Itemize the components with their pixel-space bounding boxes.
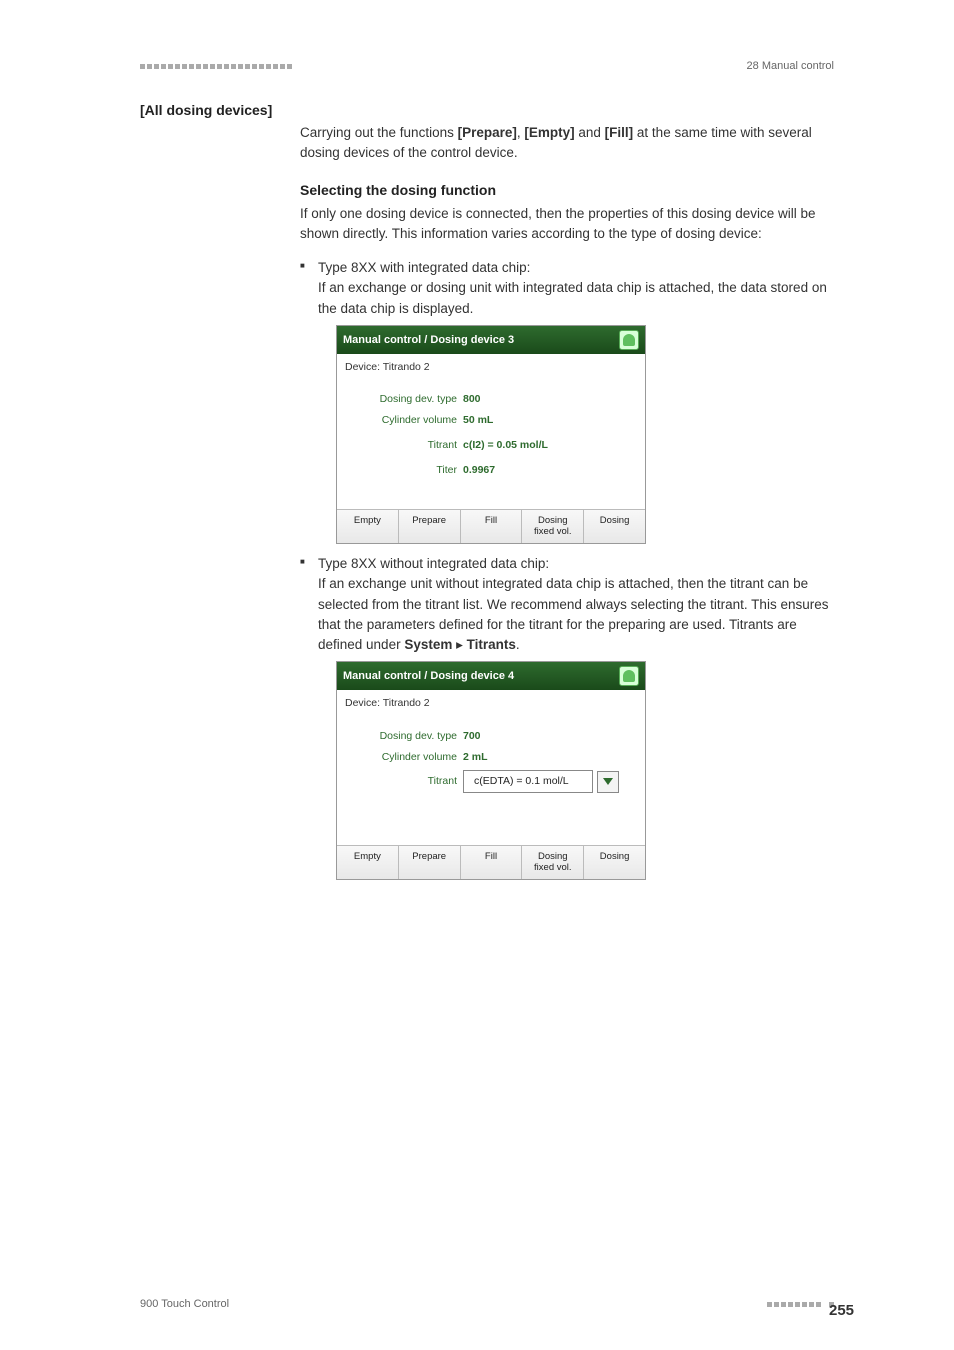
screenshot-dosing-device-4: Manual control / Dosing device 4 Device:… — [336, 661, 646, 880]
prepare-button[interactable]: Prepare — [399, 846, 461, 879]
fill-button[interactable]: Fill — [461, 510, 523, 543]
intro-paragraph: Carrying out the functions [Prepare], [E… — [300, 123, 834, 164]
dosing-button[interactable]: Dosing — [584, 846, 645, 879]
bullet2-title: Type 8XX without integrated data chip: — [318, 556, 549, 571]
label: Titrant — [345, 774, 463, 789]
home-icon[interactable] — [619, 666, 639, 686]
arrow-separator: ▸ — [452, 637, 466, 652]
label: Titrant — [345, 438, 463, 453]
device-label: Device: Titrando 2 — [345, 696, 637, 711]
label-fill: [Fill] — [605, 125, 634, 140]
row-cylinder-volume: Cylinder volume 2 mL — [345, 750, 637, 765]
main-content: Carrying out the functions [Prepare], [E… — [300, 123, 834, 880]
list-item: Type 8XX with integrated data chip: If a… — [300, 258, 834, 544]
value: 50 mL — [463, 413, 493, 428]
dosing-button[interactable]: Dosing — [584, 510, 645, 543]
sub-heading: Selecting the dosing function — [300, 182, 834, 198]
page-number: 255 — [829, 1302, 834, 1307]
label-line2: fixed vol. — [534, 526, 572, 537]
titrant-dropdown[interactable]: c(EDTA) = 0.1 mol/L — [463, 770, 619, 793]
empty-button[interactable]: Empty — [337, 846, 399, 879]
text-end: . — [516, 637, 520, 652]
text: Carrying out the functions — [300, 125, 458, 140]
value: 800 — [463, 392, 481, 407]
prepare-button[interactable]: Prepare — [399, 510, 461, 543]
value: c(I2) = 0.05 mol/L — [463, 438, 548, 453]
text: and — [575, 125, 605, 140]
label-line2: fixed vol. — [534, 862, 572, 873]
titrant-selected-value: c(EDTA) = 0.1 mol/L — [463, 770, 593, 793]
row-dosing-dev-type: Dosing dev. type 800 — [345, 392, 637, 407]
bullet1-text: If an exchange or dosing unit with integ… — [318, 280, 827, 315]
screenshot-body: Device: Titrando 2 Dosing dev. type 700 … — [337, 690, 645, 845]
label-empty: [Empty] — [524, 125, 574, 140]
value: 0.9967 — [463, 463, 495, 478]
screenshot-button-bar: Empty Prepare Fill Dosing fixed vol. Dos… — [337, 509, 645, 543]
page-header: 28 Manual control — [140, 60, 834, 72]
intro2-paragraph: If only one dosing device is connected, … — [300, 204, 834, 245]
label: Titer — [345, 463, 463, 478]
label: Cylinder volume — [345, 413, 463, 428]
dosing-fixed-vol-button[interactable]: Dosing fixed vol. — [522, 510, 584, 543]
screenshot-titlebar: Manual control / Dosing device 3 — [337, 326, 645, 354]
footer-decor-dots: 255 — [767, 1302, 834, 1307]
bullet-list: Type 8XX with integrated data chip: If a… — [300, 258, 834, 880]
screenshot-title: Manual control / Dosing device 4 — [343, 668, 514, 685]
label-system: System — [404, 637, 452, 652]
chevron-down-icon[interactable] — [597, 771, 619, 793]
footer-doc-title: 900 Touch Control — [140, 1298, 229, 1310]
row-cylinder-volume: Cylinder volume 50 mL — [345, 413, 637, 428]
screenshot-titlebar: Manual control / Dosing device 4 — [337, 662, 645, 690]
value: 2 mL — [463, 750, 488, 765]
home-icon[interactable] — [619, 330, 639, 350]
empty-button[interactable]: Empty — [337, 510, 399, 543]
row-dosing-dev-type: Dosing dev. type 700 — [345, 729, 637, 744]
value: 700 — [463, 729, 481, 744]
header-decor-dots — [140, 64, 292, 69]
label-line1: Dosing — [538, 515, 568, 526]
row-titrant-select: Titrant c(EDTA) = 0.1 mol/L — [345, 770, 637, 793]
screenshot-dosing-device-3: Manual control / Dosing device 3 Device:… — [336, 325, 646, 544]
label-prepare: [Prepare] — [458, 125, 517, 140]
screenshot-button-bar: Empty Prepare Fill Dosing fixed vol. Dos… — [337, 845, 645, 879]
section-title: [All dosing devices] — [140, 102, 834, 118]
label: Cylinder volume — [345, 750, 463, 765]
list-item: Type 8XX without integrated data chip: I… — [300, 554, 834, 880]
screenshot-title: Manual control / Dosing device 3 — [343, 332, 514, 349]
header-chapter-label: 28 Manual control — [747, 60, 834, 72]
label: Dosing dev. type — [345, 729, 463, 744]
label-line1: Dosing — [538, 851, 568, 862]
page-footer: 900 Touch Control 255 — [140, 1298, 834, 1310]
label: Dosing dev. type — [345, 392, 463, 407]
bullet1-title: Type 8XX with integrated data chip: — [318, 260, 530, 275]
screenshot-body: Device: Titrando 2 Dosing dev. type 800 … — [337, 354, 645, 509]
bullet2-text: If an exchange unit without integrated d… — [318, 576, 828, 652]
label-titrants: Titrants — [467, 637, 516, 652]
device-label: Device: Titrando 2 — [345, 360, 637, 375]
row-titer: Titer 0.9967 — [345, 463, 637, 478]
row-titrant: Titrant c(I2) = 0.05 mol/L — [345, 438, 637, 453]
fill-button[interactable]: Fill — [461, 846, 523, 879]
dosing-fixed-vol-button[interactable]: Dosing fixed vol. — [522, 846, 584, 879]
